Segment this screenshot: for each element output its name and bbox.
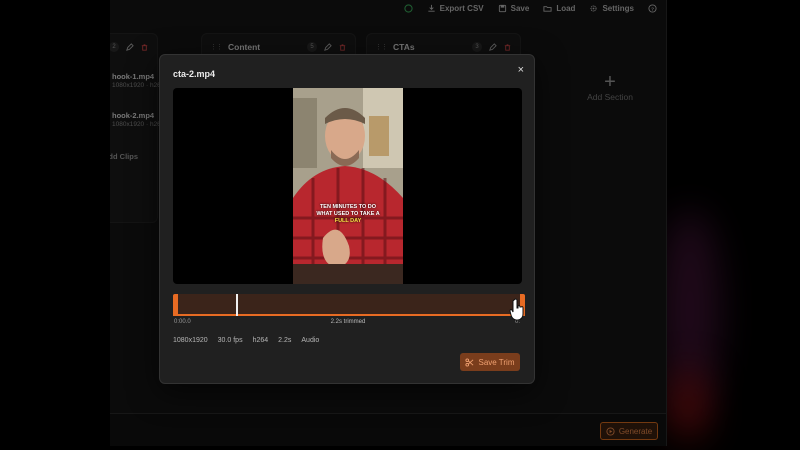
close-icon[interactable]: × <box>518 64 524 76</box>
fps-label: 30.0 fps <box>217 337 243 344</box>
mouse-pointer-icon <box>509 298 524 321</box>
scissors-icon <box>465 357 474 367</box>
caption-line: TEN MINUTES TO DO <box>319 204 377 210</box>
video-frame: TEN MINUTES TO DO WHAT USED TO TAKE A FU… <box>293 88 403 284</box>
trim-timeline[interactable] <box>173 294 525 316</box>
playhead[interactable] <box>236 294 238 316</box>
video-caption: TEN MINUTES TO DO WHAT USED TO TAKE A FU… <box>309 204 387 225</box>
trim-duration-label: 2.2s trimmed <box>330 319 366 325</box>
codec-label: h264 <box>252 337 269 344</box>
caption-line: WHAT USED TO TAKE A <box>316 211 380 217</box>
audio-label: Audio <box>301 337 320 344</box>
trim-modal: cta-2.mp4 × TEN MINUTES TO DO WHAT USED … <box>159 54 535 384</box>
trim-range-line <box>173 314 525 316</box>
screen: Export CSV Save Load Settings ? 2 hook-1… <box>0 0 800 450</box>
save-trim-label: Save Trim <box>478 357 515 367</box>
video-preview[interactable]: TEN MINUTES TO DO WHAT USED TO TAKE A FU… <box>173 88 522 284</box>
caption-line: FULL DAY <box>334 218 362 224</box>
trim-start-handle[interactable] <box>173 294 178 316</box>
duration-label: 2.2s <box>278 337 292 344</box>
resolution-label: 1080x1920 <box>173 337 208 344</box>
modal-title: cta-2.mp4 <box>173 69 216 79</box>
video-frame-image <box>293 88 403 284</box>
video-metadata: 1080x1920 30.0 fps h264 2.2s Audio <box>173 337 319 344</box>
trim-start-time: 0:00.0 <box>174 319 191 325</box>
save-trim-button[interactable]: Save Trim <box>460 353 520 371</box>
